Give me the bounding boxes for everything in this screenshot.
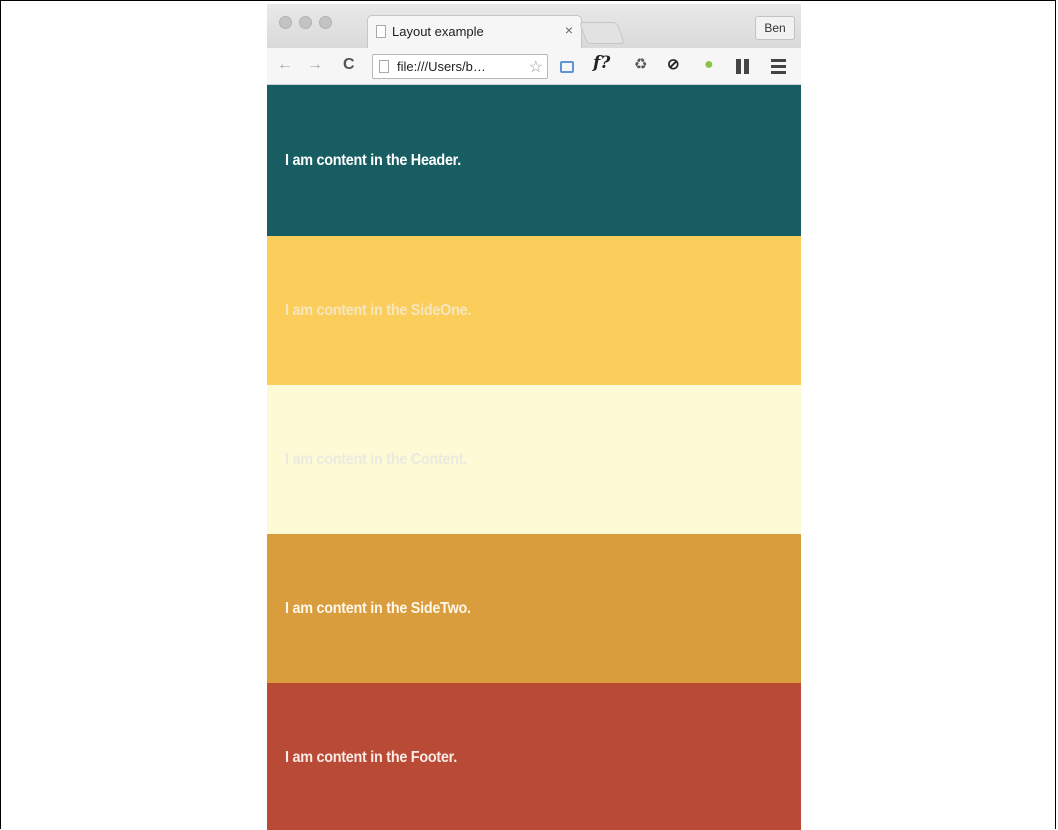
profile-button[interactable]: Ben bbox=[755, 16, 795, 40]
tab-layout-example[interactable]: Layout example × bbox=[367, 15, 582, 48]
back-icon[interactable]: ← bbox=[277, 56, 293, 74]
star-icon[interactable]: ☆ bbox=[529, 57, 543, 77]
cast-icon[interactable] bbox=[560, 61, 574, 73]
header-text: I am content in the Header. bbox=[285, 152, 461, 169]
zoom-window-button[interactable] bbox=[319, 16, 332, 29]
sideone-section: I am content in the SideOne. bbox=[267, 236, 801, 385]
tab-title: Layout example bbox=[392, 24, 484, 39]
footer-text: I am content in the Footer. bbox=[285, 749, 457, 766]
f-question-icon[interactable]: f? bbox=[593, 54, 610, 72]
sidetwo-text: I am content in the SideTwo. bbox=[285, 600, 471, 617]
minimize-window-button[interactable] bbox=[299, 16, 312, 29]
address-bar[interactable]: file:///Users/b… ☆ bbox=[372, 54, 548, 79]
page-content: I am content in the Header. I am content… bbox=[267, 85, 801, 830]
browser-window: Layout example × Ben ← → C file:///Users… bbox=[267, 4, 801, 830]
sideone-text: I am content in the SideOne. bbox=[285, 302, 472, 319]
circle-icon[interactable]: ⊘ bbox=[667, 56, 680, 74]
menu-icon[interactable] bbox=[771, 59, 786, 77]
columns-icon[interactable] bbox=[736, 59, 752, 79]
close-window-button[interactable] bbox=[279, 16, 292, 29]
content-section: I am content in the Content. bbox=[267, 385, 801, 534]
page-icon bbox=[379, 60, 389, 73]
recycle-icon[interactable]: ♻ bbox=[634, 56, 647, 74]
android-icon[interactable]: ● bbox=[704, 56, 714, 74]
page-icon bbox=[376, 25, 386, 38]
tab-close-icon[interactable]: × bbox=[565, 22, 573, 38]
header-section: I am content in the Header. bbox=[267, 85, 801, 236]
browser-toolbar: ← → C file:///Users/b… ☆ f? ♻ ⊘ ● bbox=[267, 48, 801, 85]
url-text: file:///Users/b… bbox=[397, 59, 486, 74]
content-text: I am content in the Content. bbox=[285, 451, 468, 468]
new-tab-button[interactable] bbox=[578, 22, 626, 44]
sidetwo-section: I am content in the SideTwo. bbox=[267, 534, 801, 683]
footer-section: I am content in the Footer. bbox=[267, 683, 801, 830]
tab-strip: Layout example × Ben bbox=[267, 4, 801, 48]
reload-icon[interactable]: C bbox=[343, 56, 355, 74]
forward-icon[interactable]: → bbox=[307, 56, 323, 74]
